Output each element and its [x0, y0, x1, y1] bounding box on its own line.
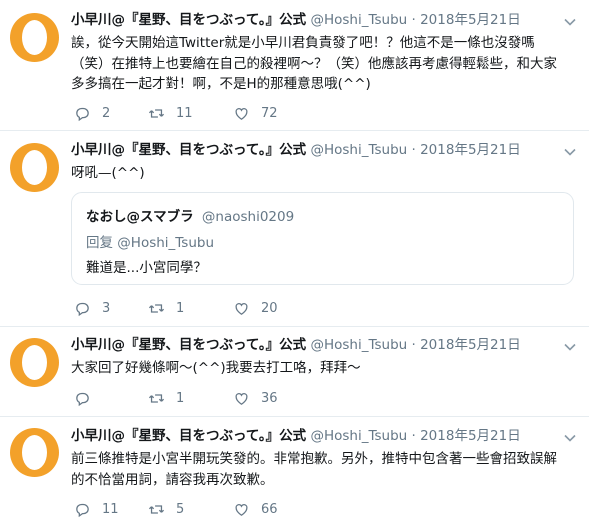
username[interactable]: @Hoshi_Tsubu: [310, 428, 407, 444]
tweet-text: 大家回了好幾條啊～(^^)我要去打工咯，拜拜～: [71, 358, 581, 379]
tweet[interactable]: 小早川@『星野、目をつぶって。』公式 @Hoshi_Tsubu · 2018年5…: [0, 0, 589, 131]
reply-count: 11: [102, 501, 119, 517]
timestamp[interactable]: 2018年5月21日: [420, 142, 521, 158]
reply-icon: [76, 503, 89, 517]
reply-button[interactable]: [74, 388, 102, 408]
reply-icon: [76, 107, 89, 121]
tweet-text-line: 前三條推特是小宮半開玩笑發的。非常抱歉。另外，推特中包含著一些會招致誤解: [71, 451, 557, 467]
tweet-text-line: 大家回了好幾條啊～(^^)我要去打工咯，拜拜～: [71, 360, 361, 376]
like-count: 66: [261, 501, 278, 517]
tweet-text-line: 誒，從今天開始這Twitter就是小早川君負責發了吧！？他這不是一條也沒發嗎: [71, 35, 535, 51]
timestamp[interactable]: 2018年5月21日: [420, 337, 521, 353]
reply-button[interactable]: 3: [74, 298, 110, 318]
like-button[interactable]: 66: [233, 499, 278, 519]
retweet-button[interactable]: 1: [148, 388, 184, 408]
timestamp[interactable]: 2018年5月21日: [420, 428, 521, 444]
quoted-text: 難道是...小宮同學？: [86, 260, 207, 276]
separator: ·: [411, 12, 416, 28]
tweet[interactable]: 小早川@『星野、目をつぶって。』公式 @Hoshi_Tsubu · 2018年5…: [0, 327, 589, 417]
quoted-reply-to: 回复 @Hoshi_Tsubu: [86, 235, 215, 251]
timestamp[interactable]: 2018年5月21日: [420, 12, 521, 28]
heart-icon: [235, 392, 248, 405]
retweet-count: 1: [176, 390, 185, 406]
like-button[interactable]: 36: [233, 388, 278, 408]
reply-button[interactable]: 2: [74, 103, 110, 123]
avatar[interactable]: [10, 143, 59, 192]
tweet-header: 小早川@『星野、目をつぶって。』公式 @Hoshi_Tsubu · 2018年5…: [71, 427, 521, 445]
chevron-down-icon[interactable]: [564, 432, 576, 444]
tweet-text-line: 的不恰當用詞，請容我再次致歉。: [71, 471, 274, 488]
tweet-header: 小早川@『星野、目をつぶって。』公式 @Hoshi_Tsubu · 2018年5…: [71, 141, 521, 159]
reply-icon: [76, 392, 89, 406]
tweet[interactable]: 小早川@『星野、目をつぶって。』公式 @Hoshi_Tsubu · 2018年5…: [0, 417, 589, 526]
chevron-down-icon[interactable]: [564, 16, 576, 28]
retweet-button[interactable]: 5: [148, 499, 184, 519]
tweet-text: 呀吼—(^^): [71, 163, 581, 184]
retweet-icon: [148, 393, 165, 403]
quoted-username: @naoshi0209: [201, 209, 295, 225]
tweet-text-line: （笑）在推特上也要繪在自己的殺裡啊～？（笑）他應該再考慮得輕鬆些，和大家: [71, 55, 557, 72]
quoted-display-name: なおし@スマブラ: [86, 209, 194, 225]
retweet-icon: [148, 108, 165, 118]
retweet-icon: [148, 504, 165, 514]
retweet-button[interactable]: 11: [148, 103, 193, 123]
retweet-icon: [148, 303, 165, 313]
like-button[interactable]: 72: [233, 103, 278, 123]
retweet-count: 1: [176, 300, 185, 316]
username[interactable]: @Hoshi_Tsubu: [310, 337, 407, 353]
like-count: 72: [261, 105, 278, 121]
display-name[interactable]: 小早川@『星野、目をつぶって。』公式: [71, 337, 306, 353]
display-name[interactable]: 小早川@『星野、目をつぶって。』公式: [71, 142, 306, 158]
display-name[interactable]: 小早川@『星野、目をつぶって。』公式: [71, 428, 306, 444]
like-count: 20: [261, 300, 278, 316]
tweet-text-line: 呀吼—(^^): [71, 165, 145, 181]
like-button[interactable]: 20: [233, 298, 278, 318]
username[interactable]: @Hoshi_Tsubu: [310, 142, 407, 158]
reply-count: 2: [102, 105, 111, 121]
quoted-tweet[interactable]: なおし@スマブラ @naoshi0209 回复 @Hoshi_Tsubu 難道是…: [71, 192, 574, 285]
tweet-text: 誒，從今天開始這Twitter就是小早川君負責發了吧！？他這不是一條也沒發嗎 （…: [71, 33, 581, 95]
quoted-tweet-header: なおし@スマブラ @naoshi0209: [86, 205, 294, 225]
separator: ·: [411, 428, 416, 444]
reply-count: 3: [102, 300, 111, 316]
tweet-text-line: 多多搞在一起才對！啊，不是H的那種意思哦(^^): [71, 76, 371, 92]
chevron-down-icon[interactable]: [564, 146, 576, 158]
heart-icon: [235, 302, 248, 315]
reply-button[interactable]: 11: [74, 499, 119, 519]
chevron-down-icon[interactable]: [564, 341, 576, 353]
separator: ·: [411, 142, 416, 158]
retweet-count: 5: [176, 501, 185, 517]
separator: ·: [411, 337, 416, 353]
heart-icon: [235, 107, 248, 120]
display-name[interactable]: 小早川@『星野、目をつぶって。』公式: [71, 12, 306, 28]
username[interactable]: @Hoshi_Tsubu: [310, 12, 407, 28]
tweet-text: 前三條推特是小宮半開玩笑發的。非常抱歉。另外，推特中包含著一些會招致誤解 的不恰…: [71, 449, 581, 490]
avatar[interactable]: [10, 338, 59, 387]
retweet-count: 11: [176, 105, 193, 121]
tweet[interactable]: 小早川@『星野、目をつぶって。』公式 @Hoshi_Tsubu · 2018年5…: [0, 131, 589, 327]
tweet-header: 小早川@『星野、目をつぶって。』公式 @Hoshi_Tsubu · 2018年5…: [71, 336, 521, 354]
like-count: 36: [261, 390, 278, 406]
retweet-button[interactable]: 1: [148, 298, 184, 318]
avatar[interactable]: [10, 428, 59, 477]
heart-icon: [235, 503, 248, 516]
reply-icon: [76, 302, 89, 316]
tweet-header: 小早川@『星野、目をつぶって。』公式 @Hoshi_Tsubu · 2018年5…: [71, 11, 521, 29]
avatar[interactable]: [10, 13, 59, 62]
